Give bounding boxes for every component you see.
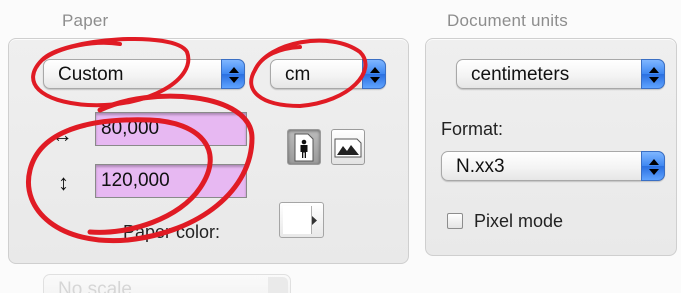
paper-width-value: 80,000 <box>101 118 160 139</box>
paper-unit-value: cm <box>285 64 311 85</box>
paper-unit-popup[interactable]: cm <box>270 59 386 89</box>
paper-height-value: 120,000 <box>101 170 170 191</box>
pixel-mode-checkbox[interactable] <box>447 213 463 229</box>
scale-stepper-icon <box>268 277 288 293</box>
paper-size-stepper-icon <box>221 59 245 89</box>
document-units-stepper-icon <box>641 59 665 89</box>
paper-width-input[interactable]: 80,000 <box>95 112 247 146</box>
portrait-person-icon <box>294 133 314 162</box>
format-stepper-icon <box>641 151 665 181</box>
document-units-section-title: Document units <box>447 11 568 30</box>
paper-size-popup[interactable]: Custom <box>43 59 245 89</box>
format-label: Format: <box>441 119 504 139</box>
horizontal-arrows-icon: ↔ <box>51 122 73 147</box>
scale-popup[interactable]: No scale <box>43 274 291 293</box>
scale-popup-value: No scale <box>58 279 132 293</box>
vertical-arrows-icon: ↕ <box>58 170 69 195</box>
paper-size-value: Custom <box>58 64 124 85</box>
portrait-orientation-button[interactable] <box>287 129 321 165</box>
format-popup[interactable]: N.xx3 <box>441 151 665 181</box>
document-units-value: centimeters <box>471 64 570 85</box>
paper-section-title: Paper <box>62 11 109 30</box>
paper-color-well[interactable] <box>279 202 324 238</box>
landscape-orientation-button[interactable] <box>331 129 365 165</box>
paper-unit-stepper-icon <box>362 59 386 89</box>
paper-color-label: Paper color: <box>123 222 221 242</box>
page-setup-panel: Paper Custom cm ↔ 80,000 ↕ 120,000 Paper… <box>0 0 681 293</box>
landscape-mountain-icon <box>334 138 362 158</box>
document-units-popup[interactable]: centimeters <box>456 59 665 89</box>
format-value: N.xx3 <box>456 156 505 177</box>
paper-height-input[interactable]: 120,000 <box>95 164 247 198</box>
disclosure-arrow-icon <box>312 216 317 225</box>
paper-color-swatch <box>283 206 312 234</box>
pixel-mode-label: Pixel mode <box>474 211 564 231</box>
